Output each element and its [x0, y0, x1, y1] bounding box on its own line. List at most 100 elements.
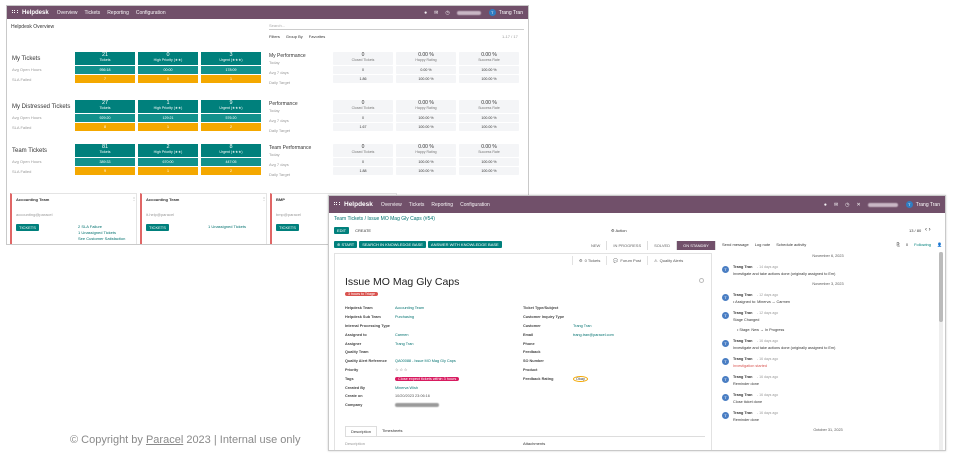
message-avatar[interactable]: T	[722, 294, 729, 301]
team-tickets-button[interactable]: TICKETS	[276, 224, 299, 231]
perf-metric[interactable]: 0.00 % Success Rate	[459, 144, 519, 157]
field-value[interactable]: ☆ ☆ ☆	[395, 367, 407, 372]
menu-tickets[interactable]: Tickets	[409, 202, 425, 208]
sla-failed-bar[interactable]: 2	[201, 123, 261, 131]
message-author[interactable]: Trang Tran	[733, 357, 752, 361]
stat-card[interactable]: 0 High Priority (★★)	[138, 52, 198, 65]
stat-card[interactable]: 8 Urgent (★★★)	[201, 144, 261, 157]
chat-icon[interactable]: ✉	[434, 10, 438, 16]
app-name[interactable]: Helpdesk	[344, 201, 373, 208]
paracel-link[interactable]: Paracel	[146, 434, 183, 446]
message-avatar[interactable]: T	[722, 312, 729, 319]
team-menu-icon[interactable]: ⋮	[132, 196, 136, 201]
stage-2[interactable]: SOLVED	[648, 241, 678, 250]
menu-tickets[interactable]: Tickets	[85, 10, 101, 16]
stat-card[interactable]: 2 High Priority (★★)	[138, 144, 198, 157]
field-value[interactable]: 10/20/2023 23:06:16	[395, 394, 430, 398]
record-pager[interactable]: 13 / 80	[909, 228, 921, 233]
team-name[interactable]: Accounting Team	[146, 197, 179, 202]
perf-metric[interactable]: 0.00 % Happy Rating	[396, 144, 456, 157]
sla-failed-bar[interactable]: 7	[75, 75, 135, 83]
apps-menu-icon[interactable]	[12, 10, 18, 15]
team-menu-icon[interactable]: ⋮	[262, 196, 266, 201]
stat-card[interactable]: 21 Tickets	[75, 52, 135, 65]
send-message-button[interactable]: Send message	[722, 242, 749, 247]
team-name[interactable]: BMP	[276, 197, 285, 202]
message-avatar[interactable]: T	[722, 340, 729, 347]
menu-overview[interactable]: Overview	[381, 202, 402, 208]
stage-1[interactable]: IN PROGRESS	[607, 241, 649, 250]
filters-button[interactable]: Filters	[269, 34, 280, 39]
activity-icon[interactable]: ●	[424, 10, 427, 16]
quality-alerts-smart-button[interactable]: ⚠ Quality Alerts	[647, 256, 689, 265]
field-value[interactable]: Accounting Team	[395, 306, 424, 310]
stat-card[interactable]: 3 Urgent (★★★)	[201, 52, 261, 65]
team-name[interactable]: Accounting Team	[16, 197, 49, 202]
message-avatar[interactable]: T	[722, 394, 729, 401]
message-avatar[interactable]: T	[722, 376, 729, 383]
stat-card-hours[interactable]: 447:05	[201, 158, 261, 166]
user-avatar[interactable]: T	[488, 9, 496, 16]
tab-timesheets[interactable]: Timesheets	[377, 426, 408, 436]
tickets-smart-button[interactable]: ⚙ 0 Tickets	[572, 256, 606, 265]
field-value[interactable]: Close expect tickets within 3 hours	[395, 376, 460, 381]
create-button[interactable]: CREATE	[352, 227, 374, 234]
following-button[interactable]: Following	[914, 242, 931, 247]
activity-icon[interactable]: ●	[824, 202, 827, 208]
message-avatar[interactable]: T	[722, 412, 729, 419]
field-value[interactable]: Trang Tran	[395, 342, 413, 346]
message-author[interactable]: Trang Tran	[733, 393, 752, 397]
perf-metric[interactable]: 0 Closed Tickets	[333, 52, 393, 65]
favorites-button[interactable]: Favorites	[309, 34, 325, 39]
stat-card-hours[interactable]: 929:20	[75, 114, 135, 122]
stat-card-hours[interactable]: 178:09	[201, 66, 261, 74]
clock-icon[interactable]: ◷	[845, 202, 849, 208]
stage-0[interactable]: NEW	[585, 241, 608, 250]
stage-3[interactable]: ON STANDBY	[677, 241, 716, 250]
field-value[interactable]: Trang Tran	[573, 324, 591, 328]
answer-kb-button[interactable]: ANSWER WITH KNOWLEDGE BASE	[427, 241, 502, 248]
company-switcher[interactable]	[867, 202, 898, 207]
company-value-blurred[interactable]	[395, 403, 439, 408]
stat-card[interactable]: 27 Tickets	[75, 100, 135, 113]
message-author[interactable]: Trang Tran	[733, 411, 752, 415]
menu-overview[interactable]: Overview	[57, 10, 78, 16]
attachment-icon[interactable]: ⎘	[897, 242, 900, 247]
sla-failed-bar[interactable]: 1	[138, 123, 198, 131]
field-value[interactable]: Carmen	[395, 333, 409, 337]
field-value[interactable]: Purchasing	[395, 315, 414, 319]
field-value[interactable]: Minerva Wish	[395, 386, 418, 390]
perf-metric[interactable]: 0.00 % Happy Rating	[396, 52, 456, 65]
apps-menu-icon[interactable]	[334, 202, 340, 207]
stat-card-hours[interactable]: 389:33	[75, 158, 135, 166]
stat-card-hours[interactable]: 576:20	[201, 114, 261, 122]
forum-post-smart-button[interactable]: 💬 Forum Post	[606, 256, 647, 265]
clock-icon[interactable]: ◷	[445, 10, 449, 16]
action-menu[interactable]: ⚙ Action	[611, 228, 627, 233]
chat-icon[interactable]: ✉	[834, 202, 838, 208]
tab-description[interactable]: Description	[345, 426, 378, 436]
search-kb-button[interactable]: SEARCH IN KNOWLEDGE BASE	[359, 241, 426, 248]
user-name[interactable]: Trang Tran	[499, 10, 523, 16]
team-tickets-button[interactable]: TICKETS	[16, 224, 39, 231]
breadcrumb[interactable]: Team Tickets / Issue MO Mag Gly Caps (#5…	[334, 216, 435, 222]
stat-card-hours[interactable]: 956:18	[75, 66, 135, 74]
company-switcher[interactable]	[456, 10, 481, 15]
perf-metric[interactable]: 0 Closed Tickets	[333, 144, 393, 157]
field-value[interactable]: trang.tran@paracel.com	[573, 333, 614, 337]
sla-failed-bar[interactable]: 8	[75, 123, 135, 131]
team-link[interactable]: 1 Unassigned Tickets	[208, 224, 246, 229]
pager-arrows[interactable]: ‹ ›	[925, 227, 931, 233]
status-dot-icon[interactable]	[699, 278, 704, 283]
stat-card[interactable]: 81 Tickets	[75, 144, 135, 157]
sla-failed-bar[interactable]: 1	[138, 167, 198, 175]
message-author[interactable]: Trang Tran	[733, 311, 752, 315]
search-input[interactable]: Search...	[269, 23, 524, 30]
perf-metric[interactable]: 0.00 % Success Rate	[459, 52, 519, 65]
chatter-scrollbar[interactable]	[939, 252, 943, 450]
message-author[interactable]: Trang Tran	[733, 265, 752, 269]
team-link[interactable]: 2 SLA Failure	[78, 224, 102, 229]
sla-failed-bar[interactable]: 1	[201, 75, 261, 83]
team-card[interactable]: Accounting Team ⋮ it-help@paracel TICKETS 1 …	[140, 193, 267, 244]
close-icon[interactable]: ✕	[857, 202, 861, 208]
